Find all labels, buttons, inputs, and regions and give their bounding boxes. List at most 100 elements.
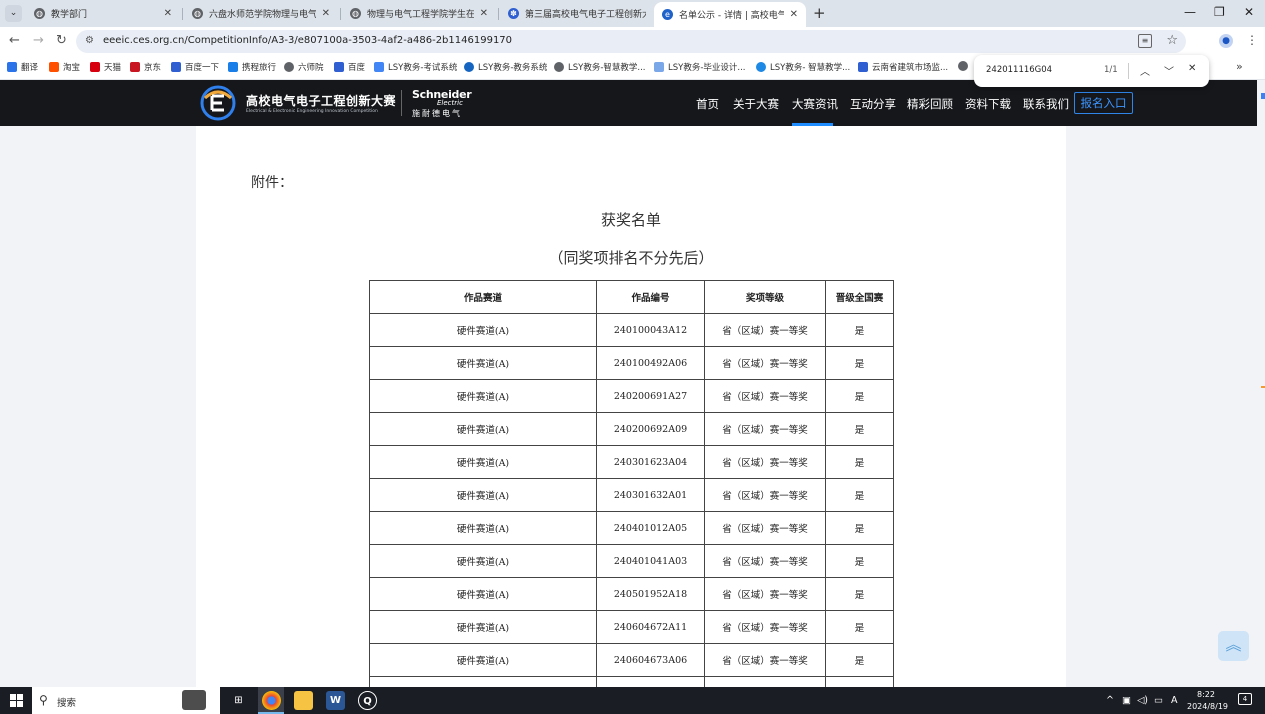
bookmark-yunnan-construction[interactable]: 云南省建筑市场监...	[858, 61, 948, 73]
find-previous-icon[interactable]: ︿	[1140, 63, 1150, 78]
nav-contact[interactable]: 联系我们	[1023, 96, 1069, 112]
cell-work-id: 240200692A09	[596, 412, 705, 446]
minimize-icon[interactable]: —	[1184, 5, 1196, 19]
menu-kebab-icon[interactable]: ⋮	[1246, 33, 1258, 47]
table-row: 硬件赛道(A) 240100492A06 省（区域）赛一等奖是	[369, 346, 894, 380]
clock-time[interactable]: 8:22	[1197, 690, 1215, 699]
table-row: 硬件赛道(A) 240604673A06 省（区域）赛一等奖是	[369, 643, 894, 677]
register-button[interactable]: 报名入口	[1074, 92, 1133, 114]
tray-app-icon[interactable]: ▣	[1122, 695, 1131, 706]
url-text[interactable]: eeeic.ces.org.cn/CompetitionInfo/A3-3/e8…	[103, 35, 512, 46]
tmall-icon	[90, 62, 100, 72]
windows-start-icon[interactable]	[10, 694, 23, 707]
page-icon[interactable]: ≡	[1138, 34, 1152, 48]
tab-teaching-dept[interactable]: ◍ 教学部门 ✕	[26, 0, 180, 27]
bookmark-jd[interactable]: 京东	[130, 61, 161, 73]
chrome-icon[interactable]	[262, 691, 281, 710]
bookmark-smart-teaching[interactable]: LSY教务-智慧教学...	[554, 61, 646, 73]
nav-home[interactable]: 首页	[696, 96, 719, 112]
close-window-icon[interactable]: ✕	[1244, 5, 1254, 19]
find-input[interactable]: 242011116G04	[986, 65, 1052, 75]
table-row: 硬件赛道(A) 240301623A04 省（区域）赛一等奖是	[369, 445, 894, 479]
more-bookmarks-icon[interactable]: »	[1236, 60, 1243, 73]
competition-logo-icon: e	[662, 9, 673, 20]
bookmark-baidu[interactable]: 百度	[334, 61, 365, 73]
clock-date[interactable]: 2024/8/19	[1187, 702, 1228, 711]
find-next-icon[interactable]: ﹀	[1164, 63, 1174, 78]
back-to-top-icon[interactable]: ︽	[1218, 631, 1249, 661]
nav-review[interactable]: 精彩回顾	[907, 96, 953, 112]
cell-work-id: 240401012A05	[596, 511, 705, 545]
tab-lpssy-physics[interactable]: ◍ 六盘水师范学院物理与电气工程 ✕	[184, 0, 338, 27]
notification-center-icon[interactable]: 4	[1238, 693, 1252, 705]
competition-logo-icon[interactable]	[197, 84, 239, 122]
cell-track: 硬件赛道(A)	[369, 313, 597, 347]
bookmark-taobao[interactable]: 淘宝	[49, 61, 80, 73]
back-arrow-icon[interactable]: ←	[9, 33, 20, 48]
cell-national-advance: 是	[825, 643, 894, 677]
task-view-icon[interactable]: ⊞	[229, 691, 248, 710]
cell-track: 硬件赛道(A)	[369, 610, 597, 644]
nav-interaction[interactable]: 互动分享	[850, 96, 896, 112]
close-tab-icon[interactable]: ✕	[790, 9, 798, 20]
award-table: 作品赛道 作品编号 奖项等级 晋级全国赛 硬件赛道(A) 240100043A12…	[369, 280, 894, 687]
tab-search-dropdown-icon[interactable]: ⌄	[5, 5, 22, 22]
search-highlight-image[interactable]	[182, 690, 206, 710]
network-icon[interactable]: ▭	[1154, 695, 1163, 706]
close-tab-icon[interactable]: ✕	[480, 8, 488, 19]
nav-news[interactable]: 大赛资讯	[792, 96, 838, 112]
close-tab-icon[interactable]: ✕	[322, 8, 330, 19]
cell-track: 硬件赛道(A)	[369, 577, 597, 611]
bookmark-exam-system[interactable]: LSY教务-考试系统	[374, 61, 457, 73]
bookmark-smart-teaching-2[interactable]: LSY教务- 智慧教学...	[756, 61, 850, 73]
cell-award-level: 省（区域）赛一等奖	[704, 511, 826, 545]
tray-overflow-icon[interactable]: ^	[1106, 695, 1114, 706]
word-icon[interactable]: W	[326, 691, 345, 710]
input-method-indicator[interactable]: A	[1171, 695, 1178, 706]
nav-about[interactable]: 关于大赛	[733, 96, 779, 112]
bookmark-ctrip[interactable]: 携程旅行	[228, 61, 276, 73]
cell-award-level: 省（区域）赛一等奖	[704, 676, 826, 687]
header-award-level: 奖项等级	[704, 280, 826, 314]
site-info-icon[interactable]: ⚙	[85, 35, 94, 46]
find-close-icon[interactable]: ✕	[1188, 63, 1196, 74]
page-scrollbar[interactable]	[1257, 80, 1265, 687]
paw-icon	[858, 62, 868, 72]
bookmark-globe[interactable]	[958, 61, 972, 71]
table-row: 硬件赛道(A) 240200692A09 省（区域）赛一等奖是	[369, 412, 894, 446]
bookmark-tmall[interactable]: 天猫	[90, 61, 121, 73]
award-list-note: （同奖项排名不分先后）	[548, 249, 714, 267]
site-name[interactable]: 高校电气电子工程创新大赛	[246, 92, 396, 109]
cell-track: 硬件赛道(A)	[369, 379, 597, 413]
cell-track: 硬件赛道(A)	[369, 346, 597, 380]
qq-icon[interactable]: Q	[358, 691, 377, 710]
forward-arrow-icon[interactable]: →	[33, 33, 44, 48]
tab-physics-students[interactable]: ◍ 物理与电气工程学院学生在第十 ✕	[342, 0, 496, 27]
bookmark-academic-system[interactable]: LSY教务-教务系统	[464, 61, 547, 73]
logo-divider	[401, 90, 402, 116]
bookmark-graduation-design[interactable]: LSY教务-毕业设计...	[654, 61, 746, 73]
volume-icon[interactable]: ◁)	[1137, 695, 1148, 706]
search-icon: ⚲	[39, 693, 48, 707]
file-explorer-icon[interactable]	[294, 691, 313, 710]
tab-award-list-active[interactable]: e 名单公示 - 详情 | 高校电气电子 ✕	[654, 2, 806, 27]
address-bar[interactable]: ⚙ eeeic.ces.org.cn/CompetitionInfo/A3-3/…	[76, 30, 1186, 53]
restore-icon[interactable]: ❐	[1214, 5, 1225, 19]
smart-teaching-icon	[756, 62, 766, 72]
bookmark-translate[interactable]: 翻译	[7, 61, 38, 73]
bookmark-lpssy[interactable]: 六师院	[284, 61, 324, 73]
cell-work-id: 240100043A12	[596, 313, 705, 347]
ctrip-icon	[228, 62, 238, 72]
bookmark-star-icon[interactable]: ☆	[1166, 33, 1178, 48]
profile-avatar-icon[interactable]: ●	[1219, 34, 1233, 48]
close-tab-icon[interactable]: ✕	[164, 8, 172, 19]
tab-third-competition[interactable]: ✽ 第三届高校电气电子工程创新大	[500, 0, 654, 27]
cell-track: 硬件赛道(A)	[369, 412, 597, 446]
nav-downloads[interactable]: 资料下载	[965, 96, 1011, 112]
bookmark-baidu-search[interactable]: 百度一下	[171, 61, 219, 73]
reload-icon[interactable]: ↻	[56, 33, 67, 48]
table-header-row: 作品赛道 作品编号 奖项等级 晋级全国赛	[369, 280, 894, 314]
sponsor-chinese-name: 施耐德电气	[412, 109, 462, 118]
new-tab-icon[interactable]: +	[813, 5, 826, 21]
taskbar-search-box[interactable]: ⚲ 搜索	[32, 687, 220, 714]
